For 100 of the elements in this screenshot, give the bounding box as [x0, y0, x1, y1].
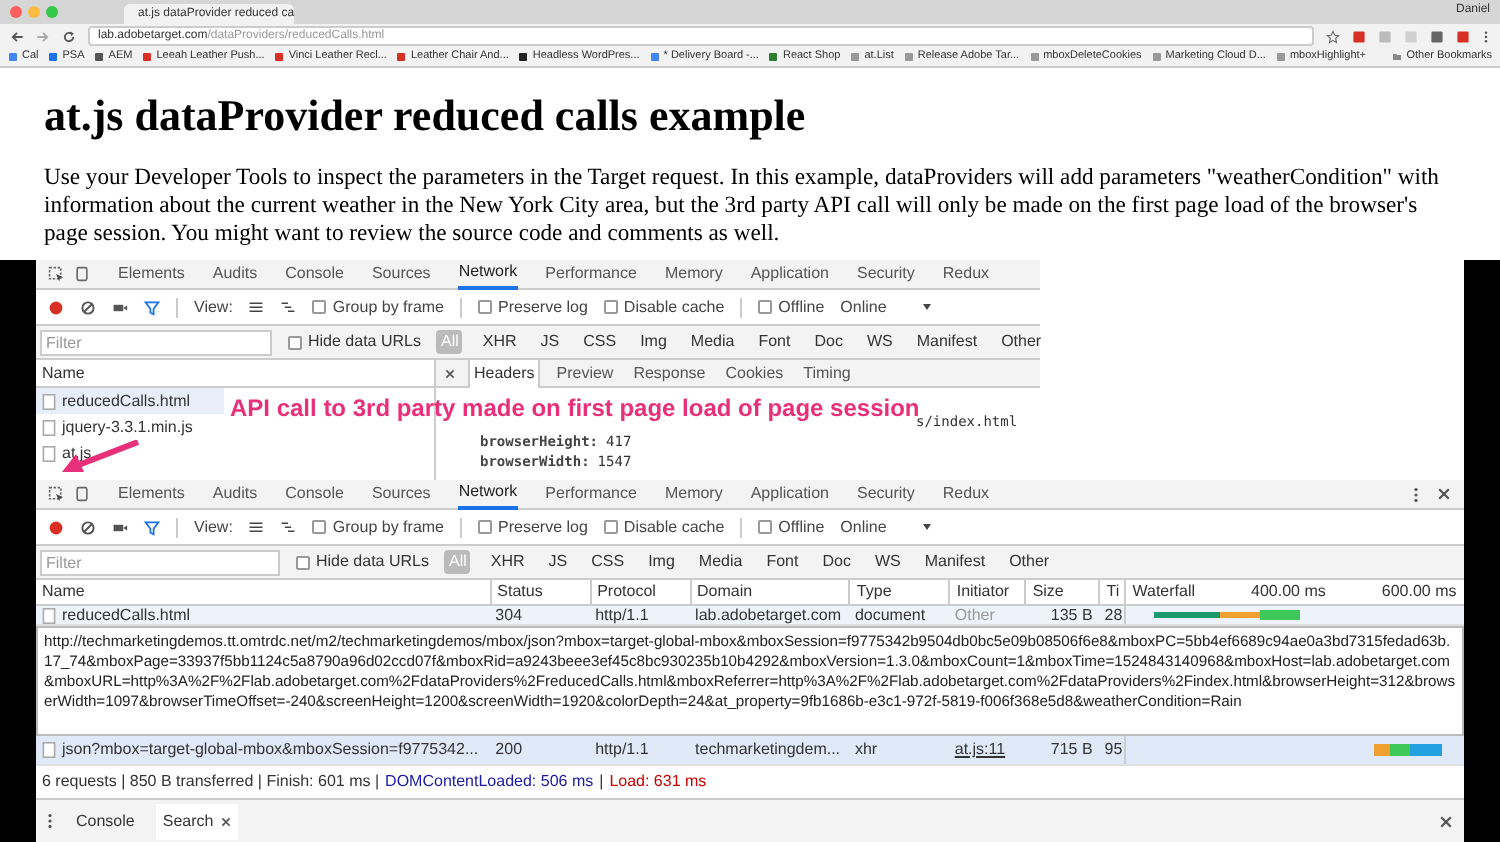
- type-filter[interactable]: Doc: [810, 330, 847, 354]
- type-filter[interactable]: Other: [1005, 550, 1054, 574]
- inspect-icon[interactable]: [48, 266, 64, 282]
- checkbox[interactable]: Preserve log: [478, 515, 588, 539]
- device-icon[interactable]: [74, 486, 90, 502]
- drawer-tab[interactable]: Console: [70, 803, 141, 839]
- panel-tab[interactable]: Memory: [664, 479, 723, 509]
- filter-field[interactable]: Filter: [40, 549, 280, 575]
- device-icon[interactable]: [74, 266, 90, 282]
- type-filter[interactable]: Media: [686, 330, 739, 354]
- filter-icon[interactable]: [144, 519, 160, 535]
- detail-tab[interactable]: Timing: [799, 359, 855, 387]
- type-filter[interactable]: XHR: [478, 330, 521, 354]
- request-row[interactable]: reducedCalls.html 304 http/1.1 lab.adobetarget.com document Other 135 B 28: [36, 606, 1464, 626]
- waterfall-view-icon[interactable]: [280, 519, 297, 535]
- checkbox[interactable]: Hide data URLs: [288, 330, 421, 354]
- type-filter[interactable]: Manifest: [912, 330, 982, 354]
- column-header[interactable]: Initiator: [948, 580, 1025, 604]
- waterfall-view-icon[interactable]: [280, 299, 297, 315]
- panel-tab[interactable]: Application: [750, 260, 829, 289]
- column-header[interactable]: Name: [36, 580, 490, 604]
- inspect-icon[interactable]: [48, 486, 64, 502]
- type-filter[interactable]: WS: [862, 330, 897, 354]
- panel-tab[interactable]: Memory: [664, 260, 723, 289]
- filter-field[interactable]: Filter: [40, 329, 272, 355]
- annotation-text: API call to 3rd party made on first page load of page session: [230, 392, 920, 422]
- throttle-select[interactable]: Online: [840, 295, 933, 319]
- column-header[interactable]: Waterfall: [1132, 580, 1196, 604]
- panel-tab[interactable]: Sources: [371, 260, 431, 289]
- list-view-icon[interactable]: [248, 519, 265, 535]
- checkbox[interactable]: Disable cache: [603, 295, 725, 319]
- request-row[interactable]: json?mbox=target-global-mbox&mboxSession=f9775342... 200 http/1.1 techmarketingdem... xhr at.js:11 715 B 95: [36, 736, 1464, 766]
- checkbox[interactable]: Disable cache: [603, 515, 725, 539]
- type-filter[interactable]: Font: [762, 550, 803, 574]
- checkbox[interactable]: Offline: [758, 515, 825, 539]
- record-icon[interactable]: [48, 299, 64, 315]
- panel-tab[interactable]: Audits: [212, 260, 258, 289]
- panel-tab[interactable]: Security: [856, 260, 915, 289]
- column-header[interactable]: Type: [848, 580, 949, 604]
- camera-icon[interactable]: [112, 299, 128, 315]
- record-icon[interactable]: [48, 519, 64, 535]
- type-filter[interactable]: Media: [694, 550, 747, 574]
- type-filter[interactable]: Doc: [818, 550, 855, 574]
- file-row[interactable]: reducedCalls.html: [36, 388, 224, 414]
- column-header[interactable]: Size: [1024, 580, 1099, 604]
- type-filter[interactable]: WS: [870, 550, 905, 574]
- clear-icon[interactable]: [80, 519, 96, 535]
- checkbox[interactable]: Offline: [758, 295, 825, 319]
- type-filter[interactable]: JS: [536, 330, 564, 354]
- close-icon[interactable]: [1438, 813, 1454, 829]
- panel-tab[interactable]: Console: [285, 260, 344, 289]
- star-icon[interactable]: [1326, 29, 1340, 43]
- initiator-link[interactable]: at.js:11: [954, 738, 1006, 762]
- panel-tab[interactable]: Redux: [942, 479, 990, 509]
- type-filter[interactable]: CSS: [579, 330, 621, 354]
- more-options-icon[interactable]: [1412, 485, 1420, 503]
- type-filter[interactable]: Img: [636, 330, 671, 354]
- column-header[interactable]: Ti: [1098, 580, 1125, 604]
- checkbox[interactable]: Preserve log: [478, 295, 588, 319]
- detail-tab[interactable]: Preview: [552, 359, 618, 387]
- panel-tab[interactable]: Sources: [371, 479, 431, 509]
- more-options-icon[interactable]: [46, 812, 54, 830]
- list-view-icon[interactable]: [248, 299, 265, 315]
- column-header[interactable]: Domain: [689, 580, 849, 604]
- type-filter[interactable]: XHR: [486, 550, 529, 574]
- detail-tab[interactable]: Headers: [468, 359, 541, 387]
- panel-tab[interactable]: Console: [285, 479, 344, 509]
- checkbox[interactable]: Hide data URLs: [296, 550, 429, 574]
- detail-tab[interactable]: Cookies: [721, 359, 788, 387]
- panel-tab[interactable]: Performance: [545, 479, 637, 509]
- panel-tab[interactable]: Redux: [942, 260, 990, 289]
- type-filter[interactable]: Img: [644, 550, 679, 574]
- filter-icon[interactable]: [144, 299, 160, 315]
- back-icon[interactable]: [10, 29, 24, 43]
- camera-icon[interactable]: [112, 519, 128, 535]
- checkbox[interactable]: Group by frame: [312, 295, 444, 319]
- panel-tab[interactable]: Elements: [118, 260, 185, 289]
- table-cell: reducedCalls.html: [62, 606, 191, 624]
- type-filter[interactable]: Other: [997, 330, 1046, 354]
- type-filter[interactable]: Manifest: [920, 550, 990, 574]
- close-icon[interactable]: [219, 815, 232, 827]
- panel-tab[interactable]: Performance: [545, 260, 637, 289]
- type-filter[interactable]: Font: [754, 330, 795, 354]
- type-filter[interactable]: JS: [544, 550, 572, 574]
- panel-tab[interactable]: Security: [856, 479, 915, 509]
- throttle-select[interactable]: Online: [840, 515, 933, 539]
- panel-tab[interactable]: Application: [750, 479, 829, 509]
- panel-tab[interactable]: Audits: [212, 479, 258, 509]
- type-filter[interactable]: CSS: [587, 550, 629, 574]
- column-header[interactable]: Protocol: [589, 580, 690, 604]
- clear-icon[interactable]: [80, 299, 96, 315]
- detail-tab[interactable]: Response: [629, 359, 710, 387]
- column-header[interactable]: Status: [489, 580, 590, 604]
- close-icon[interactable]: [1436, 486, 1452, 502]
- checkbox[interactable]: Group by frame: [312, 515, 444, 539]
- reload-icon[interactable]: [62, 29, 76, 43]
- close-icon[interactable]: [444, 367, 456, 379]
- panel-tab[interactable]: Elements: [118, 479, 185, 509]
- menu-icon[interactable]: [1482, 29, 1490, 43]
- drawer-tab[interactable]: Search: [156, 803, 238, 839]
